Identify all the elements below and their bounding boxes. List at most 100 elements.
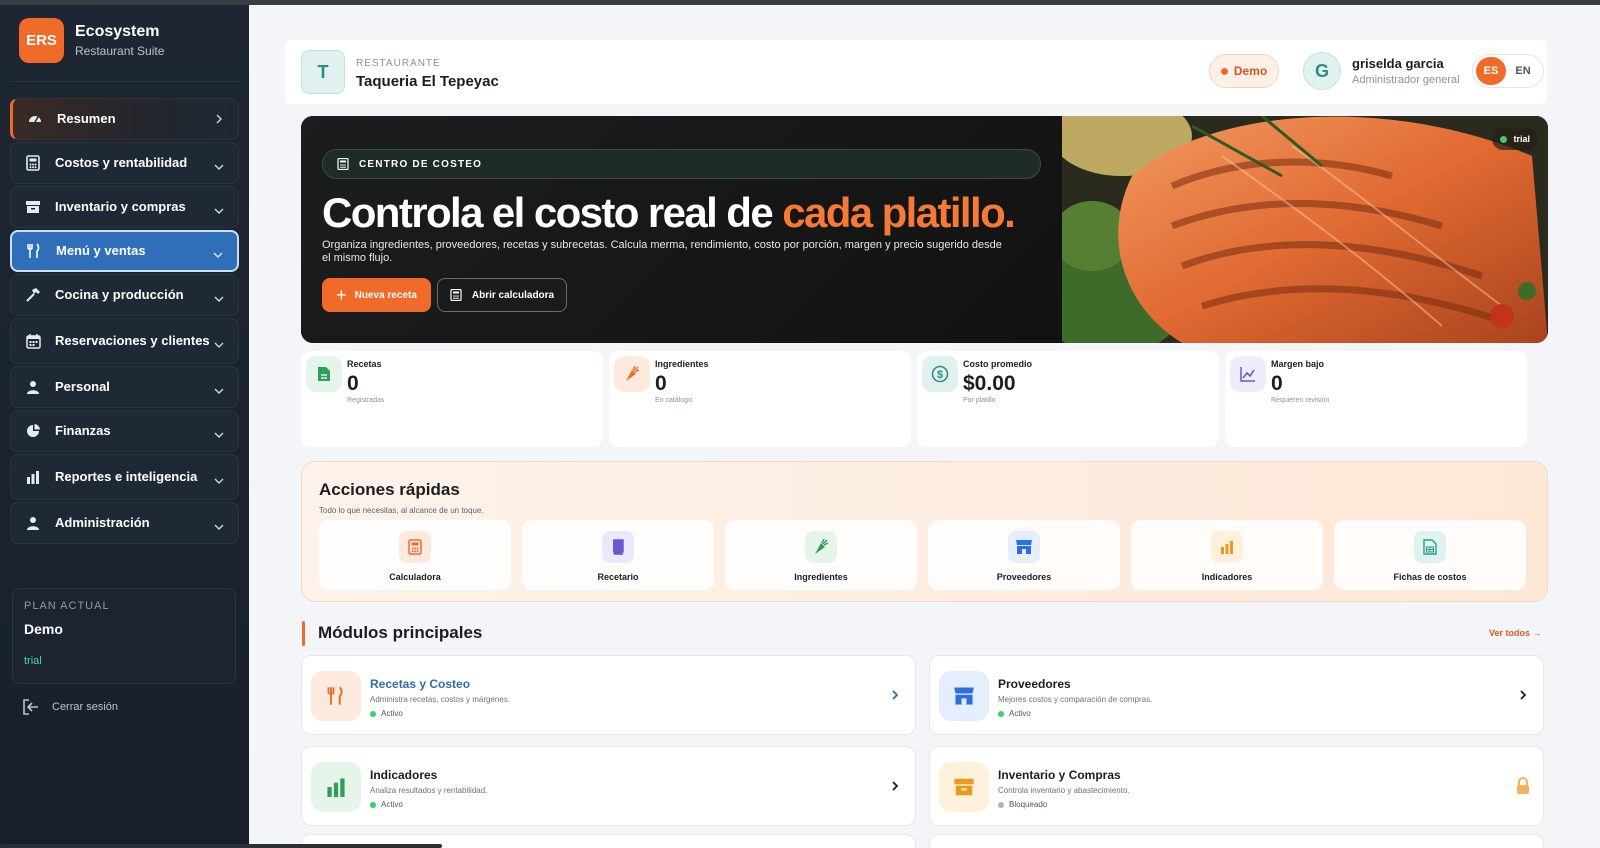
- quick-action-fichas-costos[interactable]: Fichas de costos: [1334, 520, 1526, 590]
- bar-chart-icon: [311, 762, 361, 812]
- module-status: Activo: [1009, 709, 1031, 718]
- module-description: Controla inventario y abastecimiento.: [998, 786, 1130, 795]
- sidebar: ERS Ecosystem Restaurant Suite Resumen C…: [0, 5, 249, 848]
- sidebar-item-label: Resumen: [57, 111, 116, 126]
- new-recipe-button[interactable]: + Nueva receta: [322, 278, 431, 312]
- utensils-icon: [311, 671, 361, 721]
- hero-content: CENTRO DE COSTEO Controla el costo real …: [301, 116, 1062, 343]
- sidebar-item-reservaciones[interactable]: Reservaciones y clientes: [10, 318, 239, 364]
- plan-card: PLAN ACTUAL Demo trial: [12, 588, 236, 684]
- quick-action-label: Proveedores: [996, 572, 1052, 582]
- top-header: T RESTAURANTE Taqueria El Tepeyac Demo G…: [285, 40, 1547, 104]
- quick-action-calculadora[interactable]: Calculadora: [319, 520, 511, 590]
- hero-description: Organiza ingredientes, proveedores, rece…: [322, 239, 1002, 264]
- hammer-icon: [23, 285, 43, 305]
- lang-es-button[interactable]: ES: [1476, 57, 1506, 85]
- chevron-down-icon: [212, 204, 226, 218]
- sidebar-item-inventario[interactable]: Inventario y compras: [10, 186, 239, 228]
- sidebar-item-administracion[interactable]: Administración: [10, 502, 239, 544]
- plus-icon: +: [336, 284, 347, 305]
- sidebar-item-costos[interactable]: Costos y rentabilidad: [10, 142, 239, 184]
- hero-tag-label: CENTRO DE COSTEO: [359, 158, 483, 170]
- stat-card-margen-bajo: Margen bajo 0 Requieren revisión: [1225, 351, 1527, 447]
- sidebar-item-menu-ventas[interactable]: Menú y ventas: [10, 230, 239, 272]
- stat-sub: Por platillo: [963, 397, 996, 404]
- box-icon: [23, 197, 43, 217]
- horizontal-scrollbar[interactable]: [0, 844, 442, 848]
- chevron-right-icon: [892, 781, 899, 791]
- chevron-down-icon: [212, 428, 226, 442]
- stat-label: Costo promedio: [963, 359, 1032, 369]
- open-calculator-button[interactable]: Abrir calculadora: [437, 278, 567, 312]
- svg-text:$: $: [937, 369, 943, 381]
- logout-icon: [22, 698, 40, 716]
- brand[interactable]: ERS Ecosystem Restaurant Suite: [19, 18, 164, 63]
- avatar[interactable]: G: [1303, 52, 1341, 90]
- status-badge: Activo: [370, 709, 403, 718]
- module-card-indicadores[interactable]: Indicadores Analiza resultados y rentabi…: [301, 746, 916, 826]
- module-name: Recetas y Costeo: [370, 677, 471, 691]
- utensils-icon: [24, 241, 44, 261]
- module-name: Indicadores: [370, 768, 438, 782]
- module-status: Activo: [381, 800, 403, 809]
- module-description: Mejores costos y comparación de compras.: [998, 695, 1153, 704]
- quick-action-label: Calculadora: [389, 572, 441, 582]
- sidebar-item-label: Cocina y producción: [55, 287, 184, 302]
- sidebar-item-reportes[interactable]: Reportes e inteligencia: [10, 454, 239, 500]
- quick-action-ingredientes[interactable]: Ingredientes: [725, 520, 917, 590]
- logout-button[interactable]: Cerrar sesión: [22, 698, 118, 716]
- main-content: T RESTAURANTE Taqueria El Tepeyac Demo G…: [249, 5, 1600, 848]
- sidebar-item-finanzas[interactable]: Finanzas: [10, 410, 239, 452]
- stat-sub: Registradas: [347, 397, 385, 404]
- brand-logo: ERS: [19, 18, 64, 63]
- hero-tag: CENTRO DE COSTEO: [322, 149, 1041, 179]
- quick-actions-subtitle: Todo lo que necesitas, al alcance de un …: [319, 506, 484, 515]
- quick-action-recetario[interactable]: Recetario: [522, 520, 714, 590]
- divider: [10, 81, 239, 82]
- chevron-down-icon: [211, 248, 225, 262]
- quick-action-label: Indicadores: [1201, 572, 1253, 582]
- sidebar-item-label: Menú y ventas: [56, 243, 146, 258]
- book-icon: [602, 531, 634, 563]
- sidebar-item-resumen[interactable]: Resumen: [10, 98, 239, 140]
- chevron-right-icon: [1520, 690, 1527, 700]
- document-icon: [306, 356, 342, 392]
- sidebar-item-label: Finanzas: [55, 423, 111, 438]
- calculator-icon: [23, 153, 43, 173]
- module-card-inventario[interactable]: Inventario y Compras Controla inventario…: [929, 746, 1544, 826]
- restaurant-name[interactable]: Taqueria El Tepeyac: [356, 73, 499, 90]
- module-description: Administra recetas, costos y márgenes.: [370, 695, 511, 704]
- quick-action-proveedores[interactable]: Proveedores: [928, 520, 1120, 590]
- gauge-icon: [25, 109, 45, 129]
- module-description: Analiza resultados y rentabilidad.: [370, 786, 488, 795]
- chevron-down-icon: [212, 338, 226, 352]
- sidebar-item-personal[interactable]: Personal: [10, 366, 239, 408]
- plan-title: PLAN ACTUAL: [24, 600, 110, 612]
- box-icon: [939, 762, 989, 812]
- user-name: griselda garcia: [1352, 56, 1444, 71]
- stat-value: $0.00: [963, 372, 1016, 395]
- status-badge: Activo: [998, 709, 1031, 718]
- stat-card-ingredientes: Ingredientes 0 En catálogo: [609, 351, 911, 447]
- module-card-recetas[interactable]: Recetas y Costeo Administra recetas, cos…: [301, 655, 916, 735]
- status-dot-icon: [370, 710, 376, 717]
- stat-card-costo-promedio: $ Costo promedio $0.00 Por platillo: [917, 351, 1219, 447]
- see-all-link[interactable]: Ver todos →: [1489, 628, 1542, 638]
- restaurant-label: RESTAURANTE: [356, 58, 441, 69]
- salmon-illustration: [1062, 116, 1548, 343]
- plan-name: Demo: [24, 621, 63, 637]
- quick-action-indicadores[interactable]: Indicadores: [1131, 520, 1323, 590]
- sidebar-item-cocina[interactable]: Cocina y producción: [10, 274, 239, 316]
- sidebar-item-label: Personal: [55, 379, 110, 394]
- module-status: Activo: [381, 709, 403, 718]
- quick-action-label: Ingredientes: [794, 572, 848, 582]
- new-recipe-label: Nueva receta: [354, 289, 417, 301]
- quick-action-label: Fichas de costos: [1393, 572, 1467, 582]
- lang-en-button[interactable]: EN: [1506, 57, 1540, 85]
- trial-badge: trial: [1492, 128, 1538, 150]
- module-card-proveedores[interactable]: Proveedores Mejores costos y comparación…: [929, 655, 1544, 735]
- stat-sub: En catálogo: [655, 397, 692, 404]
- sidebar-item-label: Reservaciones y clientes: [55, 333, 210, 348]
- sheet-icon: [1414, 531, 1446, 563]
- chevron-down-icon: [212, 384, 226, 398]
